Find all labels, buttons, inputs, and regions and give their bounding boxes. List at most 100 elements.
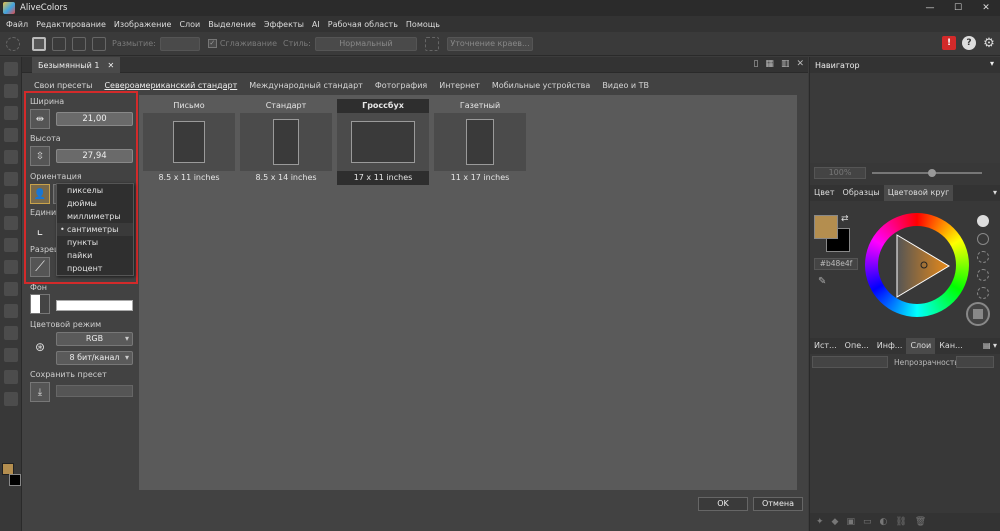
text-icon[interactable]	[4, 304, 18, 318]
color-history-button[interactable]	[966, 302, 990, 326]
tab-photography[interactable]: Фотография	[375, 81, 427, 90]
background-color-swatch[interactable]	[9, 474, 21, 486]
color-mode-select[interactable]: RGB	[56, 332, 133, 346]
trash-icon[interactable]: 🗑	[915, 517, 926, 527]
menu-edit[interactable]: Редактирование	[32, 20, 110, 29]
color-mode-icon-1[interactable]	[977, 215, 989, 227]
color-mode-icon-3[interactable]	[977, 251, 989, 263]
tab-custom-presets[interactable]: Свои пресеты	[34, 81, 92, 90]
crop-icon[interactable]	[4, 128, 18, 142]
units-option-picas[interactable]: пайки	[57, 249, 133, 262]
units-option-percent[interactable]: процент	[57, 262, 133, 275]
background-color-field[interactable]	[56, 300, 133, 311]
panel-menu-icon[interactable]: ▾	[990, 59, 994, 68]
pen-icon[interactable]	[4, 282, 18, 296]
menu-workspace[interactable]: Рабочая область	[324, 20, 402, 29]
grid-icon[interactable]: ▦	[765, 59, 774, 69]
magic-wand-icon[interactable]	[4, 106, 18, 120]
menu-help[interactable]: Помощь	[402, 20, 444, 29]
hex-field[interactable]: #b48e4f	[814, 258, 858, 270]
tab-channels[interactable]: Кан...	[935, 338, 966, 354]
menu-layers[interactable]: Слои	[175, 20, 204, 29]
eraser-icon[interactable]	[4, 172, 18, 186]
smoothing-checkbox[interactable]: ✓	[207, 39, 217, 48]
preset-card-legal[interactable]: Стандарт 8.5 x 14 inches	[240, 99, 332, 185]
eyedropper-icon[interactable]: ✎	[818, 276, 826, 287]
menu-image[interactable]: Изображение	[110, 20, 176, 29]
close-document-icon[interactable]: ✕	[796, 59, 804, 69]
color-mode-icon-5[interactable]	[977, 287, 989, 299]
color-wheel[interactable]	[865, 213, 969, 317]
tab-mobile[interactable]: Мобильные устройства	[492, 81, 590, 90]
blend-mode-select[interactable]	[812, 356, 888, 368]
tab-info[interactable]: Инф...	[873, 338, 907, 354]
adjustment-icon[interactable]: ◐	[880, 517, 888, 527]
document-icon[interactable]: ▯	[753, 59, 758, 69]
brush-icon[interactable]	[4, 150, 18, 164]
units-option-points[interactable]: пункты	[57, 236, 133, 249]
new-selection-icon[interactable]	[32, 36, 46, 51]
tab-color[interactable]: Цвет	[810, 185, 839, 201]
layer-style-icon[interactable]: ◆	[832, 517, 839, 527]
menu-select[interactable]: Выделение	[204, 20, 260, 29]
tab-video-tv[interactable]: Видео и ТВ	[602, 81, 649, 90]
document-tab[interactable]: Безымянный 1 ✕	[32, 57, 121, 73]
blur-field[interactable]	[159, 36, 200, 51]
help-icon[interactable]: ?	[962, 36, 976, 50]
ok-button[interactable]: OK	[698, 497, 748, 511]
tab-layers[interactable]: Слои	[906, 338, 936, 354]
zoom-icon[interactable]	[4, 392, 18, 406]
hand-icon[interactable]	[4, 370, 18, 384]
zoom-field[interactable]: 100%	[814, 167, 866, 179]
minimize-button[interactable]: —	[916, 0, 944, 16]
dodge-icon[interactable]	[4, 260, 18, 274]
link-icon[interactable]: ⛓	[895, 517, 906, 527]
alert-icon[interactable]: !	[942, 36, 956, 50]
preset-card-letter[interactable]: Письмо 8.5 x 11 inches	[143, 99, 235, 185]
units-option-pixels[interactable]: пикселы	[57, 184, 133, 197]
refine-edges-button[interactable]: Уточнение краев...	[446, 36, 533, 51]
menu-ai[interactable]: AI	[308, 20, 324, 29]
preset-card-ledger[interactable]: Гроссбух 17 x 11 inches	[337, 99, 429, 185]
tab-swatches[interactable]: Образцы	[839, 185, 884, 201]
opacity-field[interactable]	[956, 356, 994, 368]
marquee-icon[interactable]	[424, 36, 439, 51]
bit-depth-select[interactable]: 8 бит/канал	[56, 351, 133, 365]
color-mode-icon-2[interactable]	[977, 233, 989, 245]
save-preset-icon[interactable]: ⤓	[30, 382, 50, 402]
mask-icon[interactable]: ▣	[846, 517, 855, 527]
tab-north-american[interactable]: Североамериканский стандарт	[104, 81, 237, 90]
tab-international[interactable]: Международный стандарт	[249, 81, 363, 90]
tab-color-wheel[interactable]: Цветовой круг	[883, 185, 954, 201]
units-dropdown[interactable]: пикселы дюймы миллиметры сантиметры пунк…	[56, 183, 134, 276]
close-tab-icon[interactable]: ✕	[107, 61, 114, 70]
tiles-icon[interactable]: ▥	[781, 59, 790, 69]
subtract-selection-icon[interactable]	[72, 36, 86, 51]
add-selection-icon[interactable]	[52, 36, 66, 51]
units-option-centimeters[interactable]: сантиметры	[57, 223, 133, 236]
shape-icon[interactable]	[4, 326, 18, 340]
zoom-slider[interactable]	[872, 169, 982, 177]
intersect-selection-icon[interactable]	[92, 36, 106, 51]
cancel-button[interactable]: Отмена	[753, 497, 803, 511]
tab-operations[interactable]: Опе...	[841, 338, 873, 354]
move-tool-icon[interactable]	[4, 62, 18, 76]
color-triangle[interactable]	[883, 231, 953, 301]
lasso-tool-icon[interactable]	[4, 84, 18, 98]
stamp-icon[interactable]	[4, 238, 18, 252]
panel-menu-icon[interactable]: ▾	[989, 185, 1000, 201]
close-button[interactable]: ✕	[972, 0, 1000, 16]
menu-effects[interactable]: Эффекты	[260, 20, 308, 29]
folder-icon[interactable]: ▭	[863, 517, 872, 527]
maximize-button[interactable]: ☐	[944, 0, 972, 16]
menu-file[interactable]: Файл	[2, 20, 32, 29]
gradient-icon[interactable]	[4, 216, 18, 230]
panel-menu-icon[interactable]: ▤ ▾	[979, 338, 1000, 354]
preset-name-field[interactable]	[56, 385, 133, 397]
settings-icon[interactable]: ⚙	[982, 36, 996, 51]
lasso-icon[interactable]	[6, 36, 20, 51]
eyedropper-icon[interactable]	[4, 348, 18, 362]
units-option-inches[interactable]: дюймы	[57, 197, 133, 210]
zoom-slider-handle[interactable]	[928, 169, 936, 177]
tab-internet[interactable]: Интернет	[439, 81, 480, 90]
